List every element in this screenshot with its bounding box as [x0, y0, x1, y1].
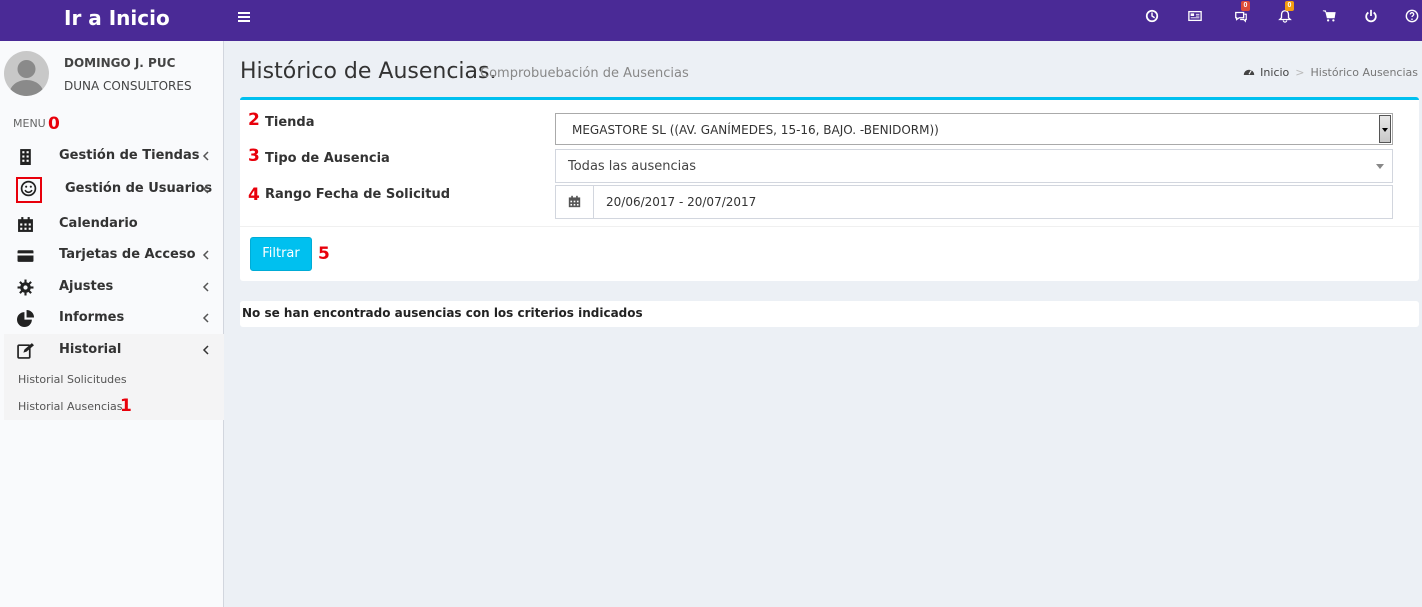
date-range-input[interactable]: 20/06/2017 - 20/07/2017	[606, 195, 756, 209]
sidebar-toggle-icon[interactable]	[238, 10, 252, 24]
breadcrumb-separator: >	[1295, 66, 1305, 79]
field-annotation: 2	[248, 110, 260, 130]
clock-icon[interactable]	[1145, 9, 1161, 25]
messages-badge: 0	[1241, 1, 1250, 11]
chevron-left-icon	[202, 184, 209, 194]
tienda-select[interactable]: MEGASTORE SL ((AV. GANÍMEDES, 15-16, BAJ…	[555, 113, 1393, 145]
breadcrumb: Inicio > Histórico Ausencias	[1243, 66, 1418, 79]
field-annotation: 3	[248, 146, 260, 166]
calendar-icon	[17, 216, 35, 234]
credit-card-icon	[17, 247, 35, 265]
breadcrumb-current: Histórico Ausencias	[1310, 66, 1419, 79]
gear-icon	[17, 279, 35, 297]
smile-icon	[20, 180, 38, 198]
page-subtitle: Comprobuebación de Ausencias	[480, 66, 689, 81]
sidebar: DOMINGO J. PUC DUNA CONSULTORES MENU 0 G…	[0, 41, 224, 607]
filter-box: 2 Tienda MEGASTORE SL ((AV. GANÍMEDES, 1…	[240, 97, 1419, 281]
cart-icon[interactable]	[1322, 9, 1338, 25]
sidebar-item-tarjetas[interactable]: Tarjetas de Acceso	[4, 239, 224, 271]
sidebar-item-calendario[interactable]: Calendario	[4, 208, 224, 240]
dropdown-arrow-icon	[1379, 115, 1391, 143]
sidebar-item-tiendas[interactable]: Gestión de Tiendas	[4, 140, 224, 172]
user-name: DOMINGO J. PUC	[64, 56, 176, 70]
sidebar-item-label: Ajustes	[59, 279, 114, 294]
user-company: DUNA CONSULTORES	[64, 79, 192, 93]
breadcrumb-home[interactable]: Inicio	[1260, 66, 1289, 79]
sidebar-item-label: Calendario	[59, 216, 138, 231]
chevron-left-icon	[202, 250, 209, 260]
tienda-select-value: MEGASTORE SL ((AV. GANÍMEDES, 15-16, BAJ…	[572, 123, 939, 137]
button-annotation: 5	[318, 244, 330, 264]
tipo-ausencia-label: Tipo de Ausencia	[265, 151, 390, 166]
calendar-addon[interactable]	[556, 186, 594, 218]
filter-button[interactable]: Filtrar	[250, 237, 312, 271]
sidebar-item-label: Gestión de Tiendas	[59, 148, 200, 163]
sidebar-item-label: Tarjetas de Acceso	[59, 247, 196, 262]
home-link[interactable]: Ir a Inicio	[64, 6, 170, 30]
power-icon[interactable]	[1364, 9, 1380, 25]
notifications-badge: 0	[1285, 1, 1294, 11]
top-navbar: Ir a Inicio 0 0	[0, 0, 1422, 41]
menu-header: MENU	[13, 117, 46, 130]
tipo-ausencia-select[interactable]: Todas las ausencias	[555, 149, 1393, 183]
page-title: Histórico de Ausencias.	[240, 59, 497, 84]
calendar-icon	[568, 195, 581, 208]
rango-fecha-label: Rango Fecha de Solicitud	[265, 187, 451, 202]
subitem-historial-solicitudes[interactable]: Historial Solicitudes	[18, 373, 127, 386]
chevron-left-icon	[202, 282, 209, 292]
tipo-ausencia-value: Todas las ausencias	[568, 159, 697, 174]
edit-icon	[17, 342, 35, 360]
subitem-historial-ausencias[interactable]: Historial Ausencias	[18, 400, 123, 413]
tienda-label: Tienda	[265, 115, 315, 130]
building-icon	[17, 148, 35, 166]
chevron-left-icon	[202, 313, 209, 323]
field-annotation: 4	[248, 185, 260, 205]
sidebar-item-usuarios[interactable]: Gestión de Usuarios	[4, 173, 224, 205]
dashboard-icon	[1243, 69, 1255, 75]
sidebar-item-label: Gestión de Usuarios	[65, 181, 213, 196]
avatar	[4, 51, 49, 96]
sidebar-item-label: Historial	[59, 342, 122, 357]
menu-annotation: 0	[48, 114, 60, 134]
empty-result-message: No se han encontrado ausencias con los c…	[242, 306, 643, 320]
chevron-left-icon	[202, 345, 209, 355]
chevron-down-icon	[1376, 164, 1384, 169]
subitem-annotation: 1	[120, 396, 132, 416]
pie-chart-icon	[17, 310, 35, 328]
sidebar-item-ajustes[interactable]: Ajustes	[4, 271, 224, 303]
sidebar-item-informes[interactable]: Informes	[4, 302, 224, 334]
newspaper-icon[interactable]	[1188, 9, 1204, 25]
sidebar-item-label: Informes	[59, 310, 125, 325]
date-range-group: 20/06/2017 - 20/07/2017	[555, 185, 1393, 219]
result-box: No se han encontrado ausencias con los c…	[240, 301, 1419, 327]
help-icon[interactable]	[1405, 9, 1421, 25]
divider	[240, 226, 1419, 227]
sidebar-item-historial[interactable]: Historial	[4, 334, 224, 366]
comments-icon[interactable]: 0	[1234, 1, 1250, 25]
historial-submenu: Historial Solicitudes Historial Ausencia…	[4, 364, 224, 420]
chevron-left-icon	[202, 151, 209, 161]
bell-icon[interactable]: 0	[1278, 1, 1294, 25]
